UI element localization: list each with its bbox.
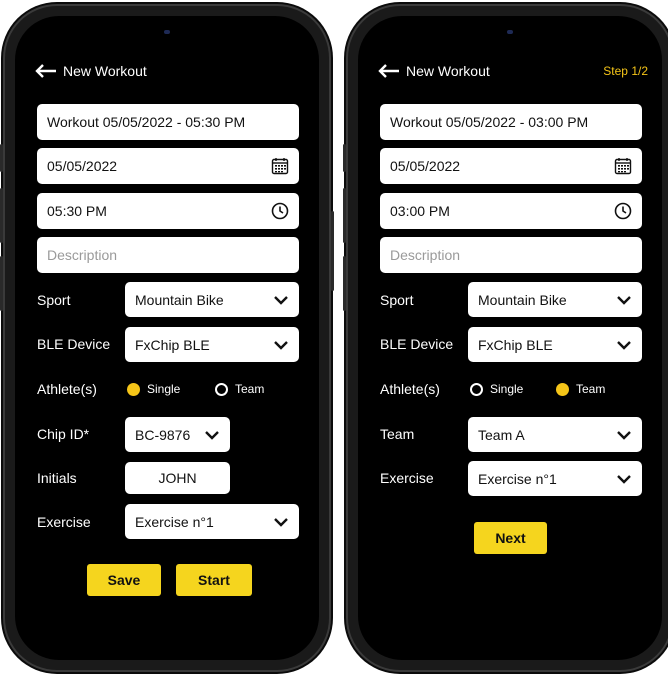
ble-device-label: BLE Device	[37, 336, 111, 352]
team-value: Team A	[478, 426, 525, 443]
date-field[interactable]: 05/05/2022	[37, 148, 299, 184]
ble-device-select[interactable]: FxChip BLE	[125, 327, 299, 362]
side-button	[0, 256, 3, 311]
workout-name-input[interactable]: Workout 05/05/2022 - 03:00 PM	[380, 104, 642, 140]
phone-right: New Workout Step 1/2 Workout 05/05/2022 …	[343, 6, 668, 670]
calendar-icon[interactable]	[271, 157, 289, 175]
radio-single-label: Single	[490, 382, 524, 396]
chip-id-label: Chip ID*	[37, 426, 90, 442]
exercise-select[interactable]: Exercise n°1	[125, 504, 299, 539]
exercise-label: Exercise	[37, 514, 91, 530]
radio-single[interactable]: Single	[470, 382, 523, 396]
exercise-select[interactable]: Exercise n°1	[468, 461, 642, 496]
phone-left: New Workout Workout 05/05/2022 - 05:30 P…	[0, 6, 334, 670]
save-button[interactable]: Save	[87, 564, 161, 596]
sport-label: Sport	[37, 292, 71, 308]
radio-team-label: Team	[576, 382, 606, 396]
radio-unselected-icon	[215, 382, 228, 396]
radio-single-label: Single	[147, 382, 181, 396]
exercise-label: Exercise	[380, 470, 434, 486]
radio-selected-icon	[556, 382, 569, 396]
start-button[interactable]: Start	[176, 564, 252, 596]
initials-label: Initials	[37, 470, 77, 486]
chevron-down-icon	[617, 430, 631, 440]
time-field[interactable]: 03:00 PM	[380, 193, 642, 229]
page-title: New Workout	[63, 63, 147, 79]
clock-icon[interactable]	[271, 202, 289, 220]
chevron-down-icon	[274, 295, 288, 305]
radio-team[interactable]: Team	[556, 382, 605, 396]
time-value: 05:30 PM	[47, 203, 107, 219]
date-field[interactable]: 05/05/2022	[380, 148, 642, 184]
radio-selected-icon	[127, 382, 140, 396]
chevron-down-icon	[617, 295, 631, 305]
chevron-down-icon	[274, 517, 288, 527]
chevron-down-icon	[205, 430, 219, 440]
radio-unselected-icon	[470, 382, 483, 396]
step-indicator: Step 1/2	[603, 64, 648, 78]
chevron-down-icon	[617, 340, 631, 350]
description-input[interactable]: Description	[380, 237, 642, 273]
side-button	[331, 211, 334, 291]
arrow-left-icon[interactable]	[378, 64, 400, 78]
ble-device-value: FxChip BLE	[135, 336, 210, 353]
exercise-value: Exercise n°1	[478, 470, 557, 487]
clock-icon[interactable]	[614, 202, 632, 220]
workout-name-input[interactable]: Workout 05/05/2022 - 05:30 PM	[37, 104, 299, 140]
radio-team-label: Team	[235, 382, 265, 396]
side-button	[343, 188, 346, 243]
next-button[interactable]: Next	[474, 522, 547, 554]
calendar-icon[interactable]	[614, 157, 632, 175]
sport-select[interactable]: Mountain Bike	[125, 282, 299, 317]
athletes-label: Athlete(s)	[37, 381, 97, 397]
initials-input[interactable]: JOHN	[125, 462, 230, 494]
side-button	[0, 188, 3, 243]
chevron-down-icon	[617, 474, 631, 484]
time-value: 03:00 PM	[390, 203, 450, 219]
chip-id-value: BC-9876	[135, 426, 191, 443]
exercise-value: Exercise n°1	[135, 513, 214, 530]
camera	[507, 30, 513, 34]
ble-device-label: BLE Device	[380, 336, 454, 352]
sport-value: Mountain Bike	[135, 291, 224, 308]
arrow-left-icon[interactable]	[35, 64, 57, 78]
team-label: Team	[380, 426, 415, 442]
side-button	[0, 144, 3, 172]
ble-device-select[interactable]: FxChip BLE	[468, 327, 642, 362]
mockup-stage: New Workout Workout 05/05/2022 - 05:30 P…	[0, 0, 668, 675]
team-select[interactable]: Team A	[468, 417, 642, 452]
side-button	[343, 256, 346, 311]
radio-team[interactable]: Team	[215, 382, 264, 396]
chip-id-select[interactable]: BC-9876	[125, 417, 230, 452]
sport-label: Sport	[380, 292, 414, 308]
ble-device-value: FxChip BLE	[478, 336, 553, 353]
time-field[interactable]: 05:30 PM	[37, 193, 299, 229]
description-input[interactable]: Description	[37, 237, 299, 273]
page-title: New Workout	[406, 63, 490, 79]
sport-value: Mountain Bike	[478, 291, 567, 308]
athletes-label: Athlete(s)	[380, 381, 440, 397]
radio-single[interactable]: Single	[127, 382, 180, 396]
camera	[164, 30, 170, 34]
screen: New Workout Workout 05/05/2022 - 05:30 P…	[15, 16, 319, 660]
date-value: 05/05/2022	[47, 158, 118, 174]
header: New Workout	[35, 59, 305, 83]
date-value: 05/05/2022	[390, 158, 461, 174]
chevron-down-icon	[274, 340, 288, 350]
sport-select[interactable]: Mountain Bike	[468, 282, 642, 317]
screen: New Workout Step 1/2 Workout 05/05/2022 …	[358, 16, 662, 660]
side-button	[343, 144, 346, 172]
header: New Workout Step 1/2	[378, 59, 648, 83]
